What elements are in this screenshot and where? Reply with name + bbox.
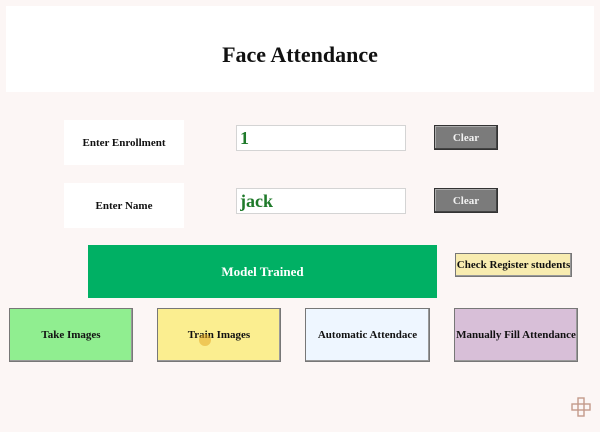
enrollment-input[interactable] <box>236 125 406 151</box>
status-message: Model Trained <box>88 245 437 298</box>
header-panel: Face Attendance <box>6 6 594 92</box>
mouse-cursor-highlight <box>199 334 211 346</box>
automatic-attendance-button[interactable]: Automatic Attendace <box>305 308 430 362</box>
clear-enrollment-button[interactable]: Clear <box>434 125 498 150</box>
name-label: Enter Name <box>64 183 184 228</box>
take-images-button[interactable]: Take Images <box>9 308 133 362</box>
check-register-button[interactable]: Check Register students <box>455 253 572 277</box>
manual-attendance-button[interactable]: Manually Fill Attendance <box>454 308 578 362</box>
page-title: Face Attendance <box>222 42 378 67</box>
move-cursor-icon <box>571 397 591 417</box>
name-input[interactable] <box>236 188 406 214</box>
train-images-button[interactable]: Train Images <box>157 308 281 362</box>
clear-name-button[interactable]: Clear <box>434 188 498 213</box>
enrollment-label: Enter Enrollment <box>64 120 184 165</box>
